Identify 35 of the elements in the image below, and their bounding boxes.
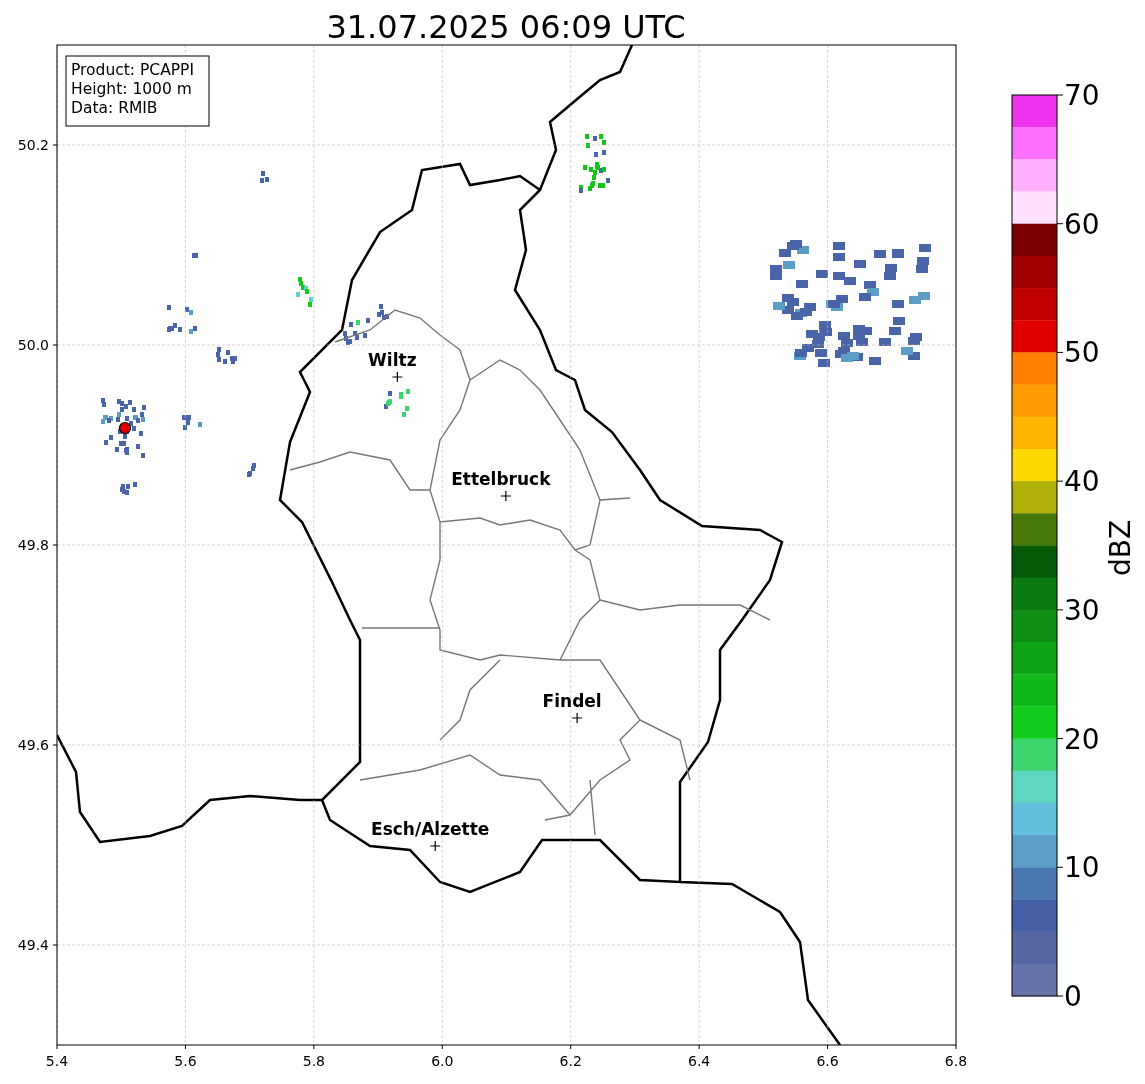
axis-tick-label: 5.4 <box>45 1053 69 1069</box>
colorbar-tick-label: 20 <box>1064 722 1100 756</box>
city-marker <box>500 490 512 502</box>
city-marker <box>571 712 583 724</box>
axis-tick-label: 6.6 <box>816 1053 839 1069</box>
city-label: Ettelbruck <box>451 469 551 489</box>
info-text: Data: RMIB <box>71 99 158 117</box>
info-text: Height: 1000 m <box>71 80 192 98</box>
radar-site-icon <box>118 421 132 435</box>
info-text: Product: PCAPPI <box>71 61 195 79</box>
colorbar-tick-label: 70 <box>1064 79 1100 112</box>
axis-tick-label: 6.0 <box>431 1053 454 1069</box>
axis-tick-label: 49.8 <box>17 537 49 553</box>
colorbar-tick-label: 60 <box>1064 207 1100 241</box>
axis-tick-label: 6.8 <box>944 1053 968 1069</box>
city-label: Findel <box>542 691 602 711</box>
axis-tick-label: 6.2 <box>559 1053 582 1069</box>
colorbar-tick-label: 10 <box>1064 851 1100 885</box>
city-marker <box>429 840 441 852</box>
colorbar-tick-label: 30 <box>1064 593 1100 627</box>
axis-tick-label: 49.6 <box>17 737 49 753</box>
colorbar-tick-label: 50 <box>1064 336 1100 370</box>
chart-title: 31.07.2025 06:09 UTC <box>326 8 686 46</box>
colorbar-tick-label: 40 <box>1064 465 1100 499</box>
axis-tick-label: 49.4 <box>17 937 49 953</box>
axis-tick-label: 5.6 <box>174 1053 197 1069</box>
axis-tick-label: 50.2 <box>17 137 49 153</box>
axis-tick-label: 6.4 <box>688 1053 711 1069</box>
city-marker <box>391 371 403 383</box>
axis-tick-label: 50.0 <box>17 337 49 353</box>
colorbar-tick-label: 0 <box>1064 980 1082 1013</box>
colorbar-label: dBZ <box>1104 519 1137 577</box>
city-label: Esch/Alzette <box>371 819 490 839</box>
city-label: Wiltz <box>368 350 417 370</box>
axis-tick-label: 5.8 <box>302 1053 325 1069</box>
